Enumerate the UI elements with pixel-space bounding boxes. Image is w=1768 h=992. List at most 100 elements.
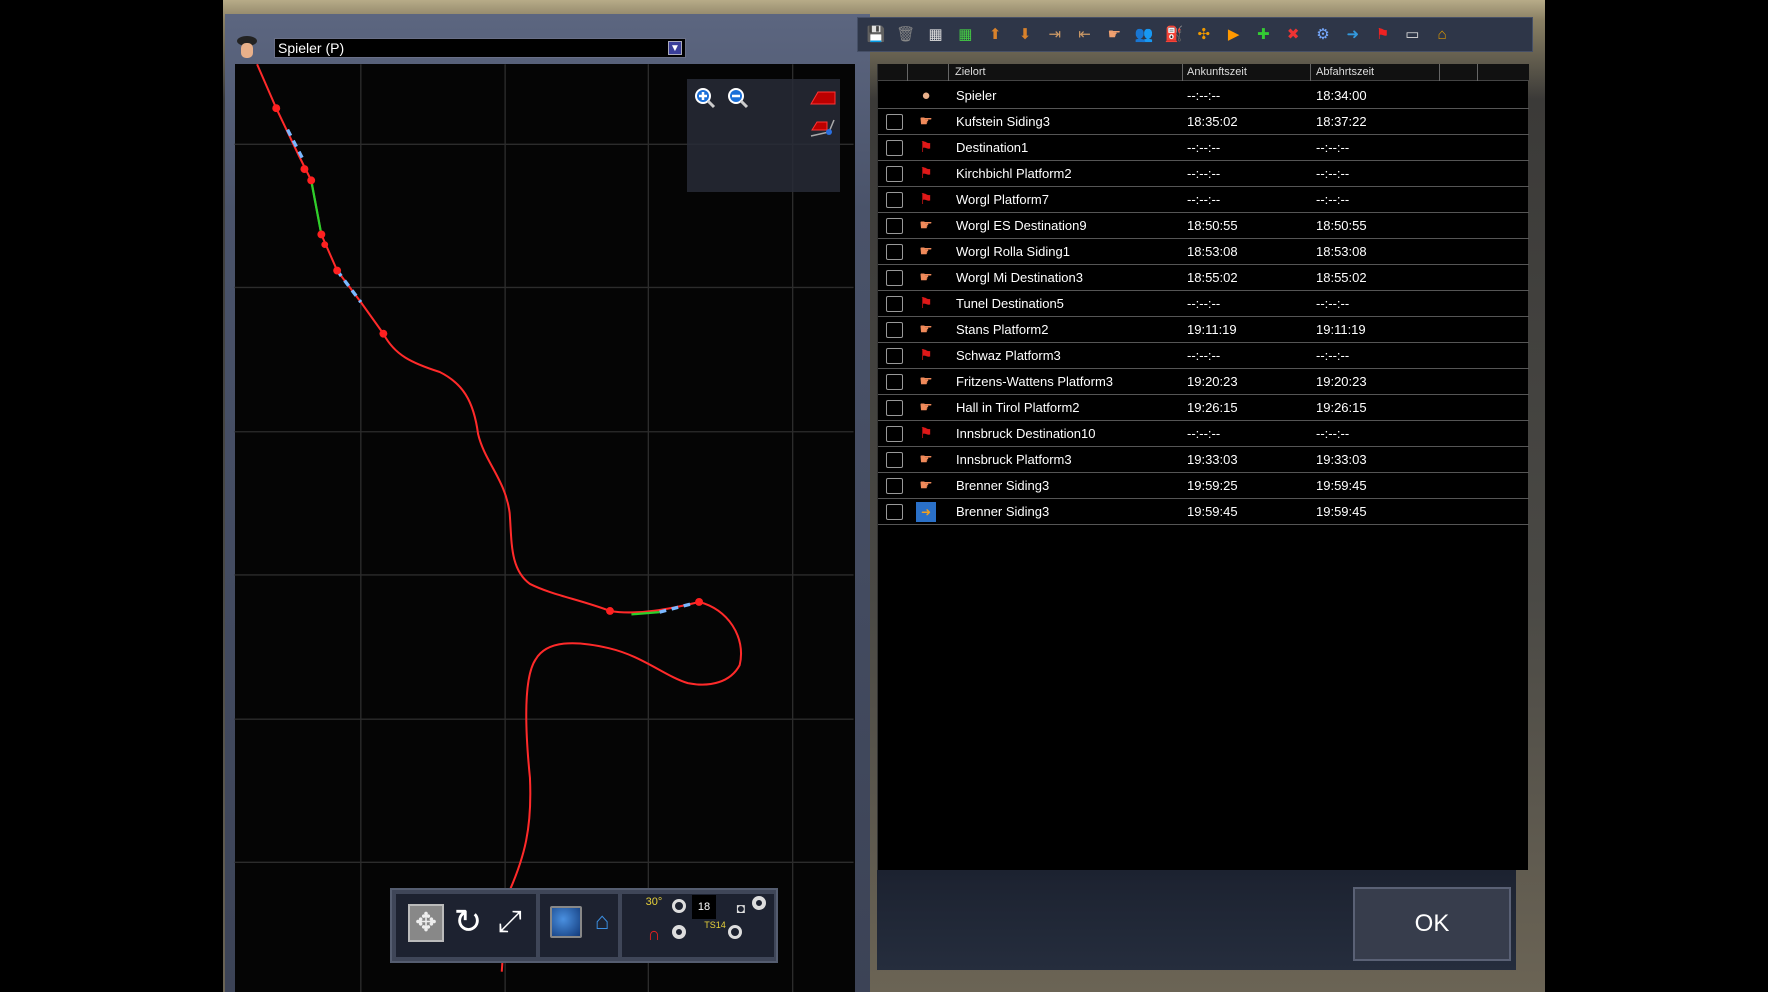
table-row[interactable]: ⚑ Schwaz Platform3 --:--:-- --:--:-- — [878, 343, 1529, 369]
pointing-hand-icon: ☛ — [919, 217, 933, 234]
table-row[interactable]: ☛ Innsbruck Platform3 19:33:03 19:33:03 — [878, 447, 1529, 473]
row-checkbox[interactable] — [886, 166, 903, 182]
row-checkbox[interactable] — [886, 192, 903, 208]
driver-select[interactable]: Spieler (P) ▼ — [274, 38, 686, 58]
insert-before-icon[interactable]: ⇤ — [1073, 24, 1097, 46]
table-row[interactable]: ☛ Fritzens-Wattens Platform3 19:20:23 19:20… — [878, 369, 1529, 395]
table-row[interactable]: ⚑ Worgl Platform7 --:--:-- --:--:-- — [878, 187, 1529, 213]
couple-icon[interactable]: ✣ — [1192, 24, 1216, 46]
move-up-icon[interactable]: ⬆ — [983, 24, 1007, 46]
table-row[interactable]: ⚑ Innsbruck Destination10 --:--:-- --:--:-- — [878, 421, 1529, 447]
row-destination: Kirchbichl Platform2 — [956, 166, 1072, 181]
route-map[interactable] — [235, 64, 855, 992]
table-row[interactable]: ☛ Brenner Siding3 19:59:25 19:59:45 — [878, 473, 1529, 499]
row-checkbox[interactable] — [886, 114, 903, 130]
zoom-in-icon[interactable] — [693, 86, 717, 110]
row-arrival: 18:53:08 — [1187, 244, 1238, 259]
magnet-icon: ∩ — [647, 924, 661, 944]
table-row[interactable]: ☛ Kufstein Siding3 18:35:02 18:37:22 — [878, 109, 1529, 135]
header-arrival[interactable]: Ankunftszeit — [1187, 66, 1247, 78]
row-arrival: --:--:-- — [1187, 296, 1221, 311]
row-arrival: --:--:-- — [1187, 192, 1221, 207]
row-departure: 19:59:45 — [1316, 478, 1367, 493]
angle-radio[interactable] — [672, 899, 686, 913]
fit-view-icon[interactable]: ✥ — [408, 904, 444, 942]
row-departure: 18:53:08 — [1316, 244, 1367, 259]
grid-empty-icon[interactable]: ▦ — [924, 24, 948, 46]
table-row[interactable]: ⚑ Destination1 --:--:-- --:--:-- — [878, 135, 1529, 161]
table-row[interactable]: ⚑ Kirchbichl Platform2 --:--:-- --:--:-- — [878, 161, 1529, 187]
settings-icon[interactable]: ⚙ — [1311, 24, 1335, 46]
header-departure[interactable]: Abfahrtszeit — [1316, 66, 1374, 78]
expand-icon[interactable]: ⤢ — [492, 902, 528, 942]
delete-instruction-icon[interactable]: ✖ — [1281, 24, 1305, 46]
row-checkbox[interactable] — [886, 140, 903, 156]
grid-green-icon[interactable]: ▦ — [953, 24, 977, 46]
save-icon[interactable]: 💾 — [864, 24, 888, 46]
header-destination[interactable]: Zielort — [955, 66, 986, 78]
move-down-icon[interactable]: ⬇ — [1013, 24, 1037, 46]
globe-icon[interactable] — [550, 906, 582, 938]
pointing-hand-icon[interactable]: ☛ — [1102, 24, 1126, 46]
row-arrival: 19:20:23 — [1187, 374, 1238, 389]
row-checkbox[interactable] — [886, 478, 903, 494]
table-row[interactable]: ☛ Hall in Tirol Platform2 19:26:15 19:26:15 — [878, 395, 1529, 421]
row-destination: Brenner Siding3 — [956, 478, 1050, 493]
table-row[interactable]: ☛ Worgl Mi Destination3 18:55:02 18:55:02 — [878, 265, 1529, 291]
row-checkbox[interactable] — [886, 322, 903, 338]
row-checkbox[interactable] — [886, 296, 903, 312]
add-after-icon[interactable]: ✚ — [1251, 24, 1275, 46]
refuel-icon[interactable]: ⛽ — [1162, 24, 1186, 46]
table-row[interactable]: ➜ Brenner Siding3 19:59:45 19:59:45 — [878, 499, 1529, 525]
number-field[interactable]: 18 — [692, 895, 716, 919]
insert-after-icon[interactable]: ⇥ — [1043, 24, 1067, 46]
trash-icon[interactable]: 🗑 — [894, 24, 918, 46]
add-stop-icon[interactable]: ▶ — [1222, 24, 1246, 46]
consist-icon[interactable]: ▭ — [1400, 24, 1424, 46]
row-checkbox[interactable] — [886, 374, 903, 390]
row-destination: Innsbruck Platform3 — [956, 452, 1072, 467]
row-departure: 19:11:19 — [1316, 322, 1366, 337]
zoom-out-icon[interactable] — [726, 86, 750, 110]
chevron-down-icon[interactable]: ▼ — [668, 41, 682, 55]
row-arrival: 19:26:15 — [1187, 400, 1238, 415]
row-departure: 18:34:00 — [1316, 88, 1367, 103]
consist-roof-icon[interactable]: ⌂ — [1430, 24, 1454, 46]
table-row[interactable]: ● Spieler --:--:-- 18:34:00 — [878, 83, 1529, 109]
track-piece-icon[interactable] — [809, 86, 837, 110]
row-arrival: 18:55:02 — [1187, 270, 1238, 285]
row-arrival: --:--:-- — [1187, 166, 1221, 181]
home-icon[interactable]: ⌂ — [588, 904, 616, 940]
ts-radio[interactable] — [728, 925, 742, 939]
row-checkbox[interactable] — [886, 452, 903, 468]
row-checkbox[interactable] — [886, 426, 903, 442]
pointing-hand-icon: ☛ — [919, 243, 933, 260]
row-checkbox[interactable] — [886, 348, 903, 364]
row-checkbox[interactable] — [886, 270, 903, 286]
flag-icon: ⚑ — [919, 425, 933, 442]
row-departure: --:--:-- — [1316, 426, 1350, 441]
row-arrival: --:--:-- — [1187, 348, 1221, 363]
table-row[interactable]: ☛ Worgl ES Destination9 18:50:55 18:50:55 — [878, 213, 1529, 239]
mouse-icon: ◘ — [736, 900, 746, 916]
mouse-radio[interactable] — [752, 896, 766, 910]
row-checkbox[interactable] — [886, 400, 903, 416]
row-checkbox[interactable] — [886, 504, 903, 520]
table-row[interactable]: ☛ Stans Platform2 19:11:19 19:11:19 — [878, 317, 1529, 343]
row-departure: 18:37:22 — [1316, 114, 1367, 129]
flag-icon[interactable]: ⚑ — [1371, 24, 1395, 46]
table-row[interactable]: ⚑ Tunel Destination5 --:--:-- --:--:-- — [878, 291, 1529, 317]
exit-icon[interactable]: ➜ — [1341, 24, 1365, 46]
row-departure: --:--:-- — [1316, 192, 1350, 207]
row-arrival: 18:35:02 — [1187, 114, 1238, 129]
passengers-icon[interactable]: 👥 — [1132, 24, 1156, 46]
magnet-radio[interactable] — [672, 925, 686, 939]
track-node-icon[interactable] — [809, 116, 837, 140]
table-row[interactable]: ☛ Worgl Rolla Siding1 18:53:08 18:53:08 — [878, 239, 1529, 265]
row-checkbox[interactable] — [886, 218, 903, 234]
flag-icon: ⚑ — [919, 191, 933, 208]
row-checkbox[interactable] — [886, 244, 903, 260]
rotate-icon[interactable]: ↻ — [450, 902, 486, 942]
pointing-hand-icon: ☛ — [919, 477, 933, 494]
ok-button[interactable]: OK — [1353, 887, 1511, 961]
